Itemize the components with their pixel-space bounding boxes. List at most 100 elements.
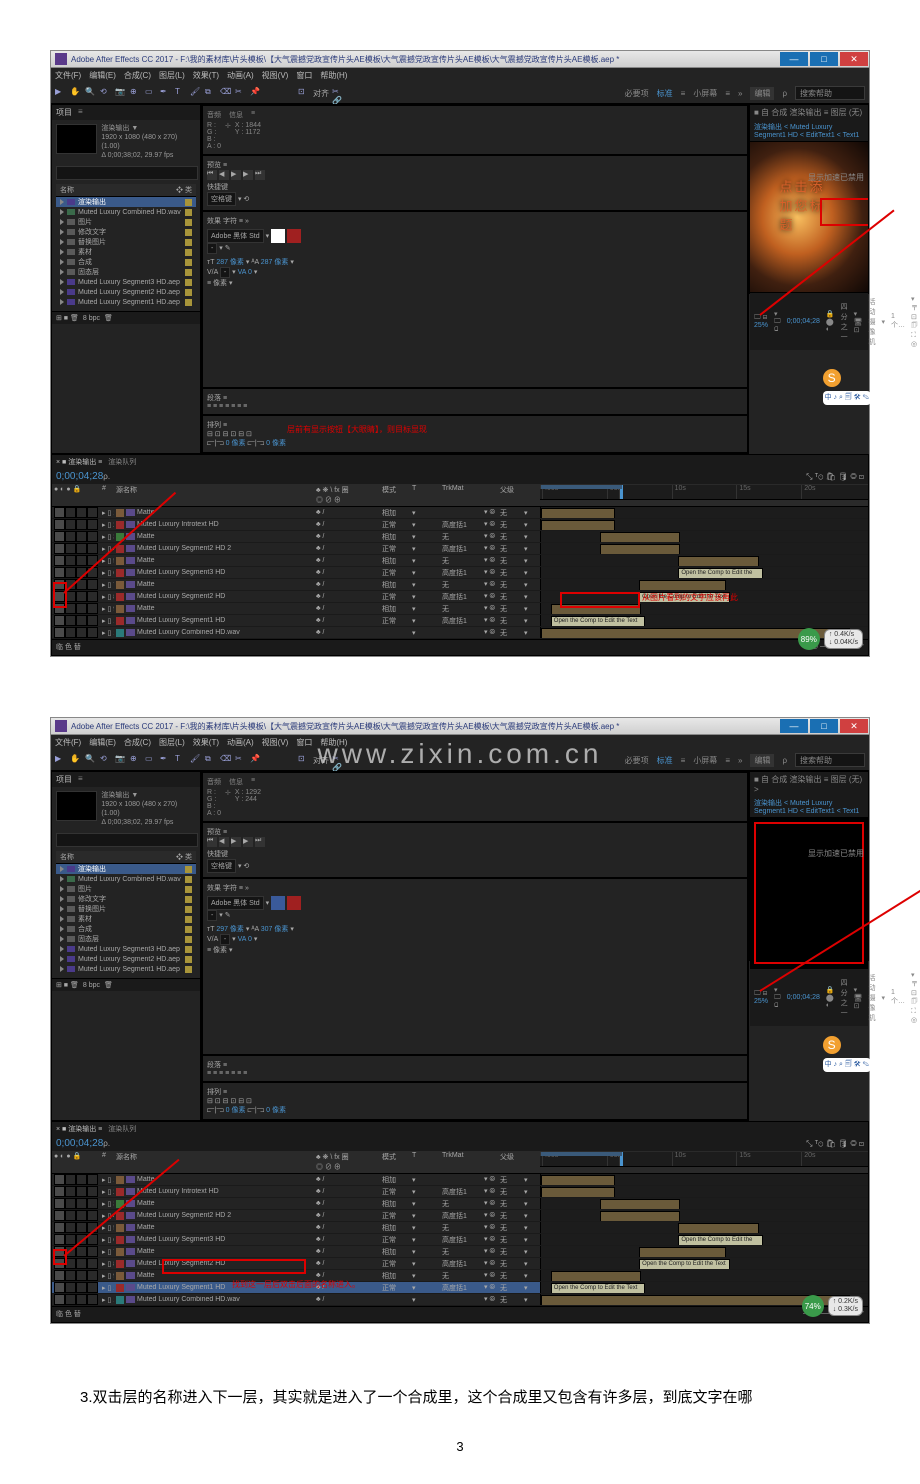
hand-tool-icon[interactable]: ✋: [70, 754, 82, 766]
project-search[interactable]: [56, 833, 198, 847]
workspace-small[interactable]: 小屏幕: [693, 755, 717, 766]
timeline-footer-l[interactable]: 临 色 替: [56, 1309, 81, 1320]
menu-composition[interactable]: 合成(C): [124, 70, 151, 81]
camera-tool-icon[interactable]: 📷: [115, 87, 127, 99]
project-bpc[interactable]: 8 bpc: [83, 982, 100, 989]
shape-tool-icon[interactable]: ▭: [145, 87, 157, 99]
align-tab[interactable]: 排列: [207, 1089, 221, 1096]
menu-window[interactable]: 窗口: [296, 737, 312, 748]
tracking[interactable]: VA 0: [238, 269, 252, 276]
maximize-button[interactable]: □: [810, 52, 838, 66]
menu-file[interactable]: 文件(F): [55, 737, 81, 748]
effects-tab[interactable]: 效果: [207, 885, 221, 892]
next-frame-icon[interactable]: ▶: [243, 170, 253, 180]
project-trash-icon[interactable]: 🗑: [104, 314, 113, 322]
prev-frame-icon[interactable]: ◀: [219, 837, 229, 847]
eyedropper-icon[interactable]: ✎: [225, 912, 231, 919]
timeline-tab-comp[interactable]: × ■ 渲染输出 ≡: [56, 457, 102, 467]
side-toolbar[interactable]: 中 ♪ ⌕ 🗐 🛠 ✎: [823, 1058, 871, 1072]
side-logo-icon[interactable]: S: [823, 369, 841, 387]
timeline-timecode[interactable]: 0;00;04;28: [56, 1138, 103, 1149]
timeline-layer-row[interactable]: ▸ ▯ 2 Muted Luxury Introtext HD ♣ / 正常 ▾…: [52, 1186, 868, 1198]
pan-behind-tool-icon[interactable]: ⊕: [130, 754, 142, 766]
visibility-toggle[interactable]: [54, 567, 65, 578]
menu-layer[interactable]: 图层(L): [159, 70, 185, 81]
snapping-icon[interactable]: ⊡: [298, 87, 310, 99]
project-search[interactable]: [56, 166, 198, 180]
rotobrush-tool-icon[interactable]: ✂: [235, 754, 247, 766]
project-tab[interactable]: 项目: [56, 107, 72, 118]
align-icons[interactable]: ≡ ≡ ≡ ≡ ≡ ≡ ≡: [207, 1070, 743, 1077]
effects-tab[interactable]: 效果: [207, 218, 221, 225]
minimize-button[interactable]: —: [780, 719, 808, 733]
camera-tool-icon[interactable]: 📷: [115, 754, 127, 766]
project-item[interactable]: 替换图片: [56, 904, 196, 914]
menu-window[interactable]: 窗口: [296, 70, 312, 81]
tracking[interactable]: VA 0: [238, 936, 252, 943]
timeline-header-icons[interactable]: ⤡ ᵀ⊙ 🛍 🛢 ◎ ⊡: [110, 1139, 864, 1149]
visibility-toggle[interactable]: [54, 531, 65, 542]
workspace-standard[interactable]: 标准: [657, 88, 673, 99]
visibility-toggle[interactable]: [54, 1294, 65, 1305]
timeline-layer-row[interactable]: ▸ ▯ 7 Matte ♣ / 相加 ▾ 无 ▾ ⦾ 无 ▾: [52, 1246, 868, 1258]
timeline-layer-row[interactable]: ▸ ▯ 1 Matte ♣ / 相加 ▾ ▾ ⦾ 无 ▾: [52, 507, 868, 519]
timeline-layer-row[interactable]: ▸ ▯ 1 Matte ♣ / 相加 ▾ ▾ ⦾ 无 ▾: [52, 1174, 868, 1186]
preview-tab[interactable]: 预览 ≡: [207, 827, 743, 837]
viewer-frame[interactable]: [750, 818, 868, 968]
stroke-width[interactable]: 像素: [213, 280, 227, 287]
paragraph-tab[interactable]: 段落: [207, 395, 221, 402]
viewer-quarter[interactable]: 四分之一: [841, 978, 848, 1018]
zoom-tool-icon[interactable]: 🔍: [85, 754, 97, 766]
close-button[interactable]: ✕: [840, 719, 868, 733]
clone-tool-icon[interactable]: ⧉: [205, 87, 217, 99]
menu-animation[interactable]: 动画(A): [227, 70, 254, 81]
timeline-search[interactable]: ρ.: [103, 1139, 110, 1148]
menu-animation[interactable]: 动画(A): [227, 737, 254, 748]
side-logo-icon[interactable]: S: [823, 1036, 841, 1054]
menu-effect[interactable]: 效果(T): [193, 737, 219, 748]
visibility-toggle[interactable]: [54, 1174, 65, 1185]
project-item[interactable]: Muted Luxury Segment1 HD.aep: [56, 964, 196, 974]
maximize-button[interactable]: □: [810, 719, 838, 733]
prev-frame-icon[interactable]: ◀: [219, 170, 229, 180]
viewer-frame[interactable]: 点击添加您标题: [750, 142, 868, 292]
timeline-layer-row[interactable]: ▸ ▯ 3 Matte ♣ / 相加 ▾ 无 ▾ ⦾ 无 ▾: [52, 531, 868, 543]
timeline-timecode[interactable]: 0;00;04;28: [56, 471, 103, 482]
workspace-essentials[interactable]: 必要项: [625, 755, 649, 766]
char-tab[interactable]: 字符: [223, 885, 237, 892]
project-item[interactable]: Muted Luxury Segment2 HD.aep: [56, 954, 196, 964]
timeline-header-icons[interactable]: ⤡ ᵀ⊙ 🛍 🛢 ◎ ⊡: [110, 472, 864, 482]
visibility-toggle[interactable]: [54, 543, 65, 554]
brush-tool-icon[interactable]: 🖌: [190, 754, 202, 766]
project-item[interactable]: Muted Luxury Segment3 HD.aep: [56, 944, 196, 954]
text-tool-icon[interactable]: T: [175, 754, 187, 766]
last-frame-icon[interactable]: ⏭: [255, 837, 265, 847]
timeline-layer-row[interactable]: ▸ ▯ 5 Matte ♣ / 相加 ▾ 无 ▾ ⦾ 无 ▾: [52, 555, 868, 567]
char-tab[interactable]: 字符: [223, 218, 237, 225]
rotobrush-tool-icon[interactable]: ✂: [235, 87, 247, 99]
shape-tool-icon[interactable]: ▭: [145, 754, 157, 766]
visibility-toggle[interactable]: [54, 1270, 65, 1281]
menu-edit[interactable]: 编辑(E): [89, 737, 116, 748]
timeline-layer-row[interactable]: ▸ ▯ 9 Matte ♣ / 相加 ▾ 无 ▾ ⦾ 无 ▾: [52, 603, 868, 615]
kerning[interactable]: -: [220, 934, 230, 945]
workspace-small[interactable]: 小屏幕: [693, 88, 717, 99]
menu-file[interactable]: 文件(F): [55, 70, 81, 81]
viewer-time[interactable]: 0;00;04;28: [787, 318, 820, 325]
more-tab[interactable]: »: [245, 218, 249, 225]
project-bpc[interactable]: 8 bpc: [83, 315, 100, 322]
play-icon[interactable]: ▶: [231, 170, 241, 180]
project-item[interactable]: 固态层: [56, 934, 196, 944]
font-size[interactable]: 297 像素: [216, 926, 244, 933]
clone-tool-icon[interactable]: ⧉: [205, 754, 217, 766]
viewer-zoom[interactable]: 🖵 ⊟ 25%: [754, 990, 768, 1005]
project-tab[interactable]: 项目: [56, 774, 72, 785]
snapping-icon[interactable]: ⊡: [298, 754, 310, 766]
timeline-footer-l[interactable]: 临 色 替: [56, 642, 81, 653]
timeline-layer-row[interactable]: ▸ ▯ 4 Muted Luxury Segment2 HD 2 ♣ / 正常 …: [52, 1210, 868, 1222]
font-dropdown[interactable]: Adobe 黑体 Std: [207, 229, 264, 243]
visibility-toggle[interactable]: [54, 555, 65, 566]
visibility-toggle[interactable]: [54, 1234, 65, 1245]
timeline-layer-row[interactable]: ▸ ▯ 5 Matte ♣ / 相加 ▾ 无 ▾ ⦾ 无 ▾: [52, 1222, 868, 1234]
last-frame-icon[interactable]: ⏭: [255, 170, 265, 180]
